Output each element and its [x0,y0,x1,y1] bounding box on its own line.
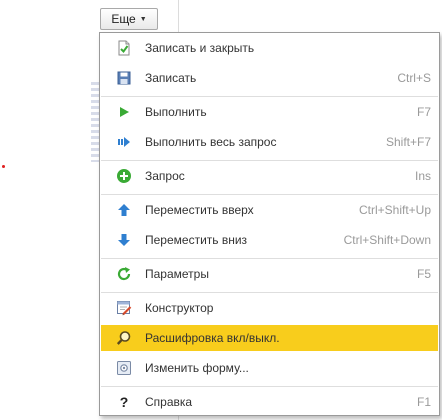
magnifier-icon [116,330,132,346]
menu-item-label: Выполнить весь запрос [145,135,277,149]
menu-item-label: Записать [145,71,197,85]
menu-item-shortcut: Ctrl+S [397,71,431,85]
menu-item-label: Изменить форму... [145,361,249,375]
menu-item-move-down[interactable]: Переместить вниз Ctrl+Shift+Down [101,227,438,253]
menu-item-shortcut: Ctrl+Shift+Up [358,203,431,217]
play-icon [116,104,132,120]
menu-item-label: Записать и закрыть [145,41,255,55]
menu-item-parameters[interactable]: Параметры F5 [101,261,438,287]
form-icon [116,360,132,376]
menu-item-label: Расшифровка вкл/выкл. [145,331,280,345]
menu-item-label: Параметры [145,267,209,281]
menu-item-label: Запрос [145,169,185,183]
menu-separator [101,194,438,195]
menu-separator [101,386,438,387]
menu-item-save[interactable]: Записать Ctrl+S [101,65,438,91]
designer-icon [116,300,132,316]
dropdown-arrow-icon: ▼ [139,15,147,23]
menu-item-label: Выполнить [145,105,207,119]
more-button-label: Еще [111,11,136,26]
run-all-icon [116,134,132,150]
arrow-down-icon [116,232,132,248]
menu-item-decryption-toggle[interactable]: Расшифровка вкл/выкл. [101,325,438,351]
menu-separator [101,292,438,293]
help-icon: ? [119,394,129,410]
menu-item-shortcut: Ins [414,169,431,183]
menu-separator [101,258,438,259]
red-marker [2,165,5,168]
background-fragment [91,82,99,162]
menu-item-designer[interactable]: Конструктор [101,295,438,321]
menu-separator [101,96,438,97]
menu-item-run[interactable]: Выполнить F7 [101,99,438,125]
menu-separator [101,160,438,161]
more-menu: Записать и закрыть Записать Ctrl+S Выпол… [99,32,440,416]
menu-item-run-all[interactable]: Выполнить весь запрос Shift+F7 [101,129,438,155]
menu-item-move-up[interactable]: Переместить вверх Ctrl+Shift+Up [101,197,438,223]
more-button[interactable]: Еще ▼ [100,8,158,30]
menu-item-save-and-close[interactable]: Записать и закрыть [101,35,438,61]
menu-item-shortcut: Shift+F7 [385,135,431,149]
save-and-close-icon [116,40,132,56]
refresh-icon [116,266,132,282]
menu-item-label: Справка [145,395,193,409]
menu-item-add-query[interactable]: Запрос Ins [101,163,438,189]
menu-item-shortcut: Ctrl+Shift+Down [343,233,431,247]
menu-item-shortcut: F7 [416,105,431,119]
menu-item-help[interactable]: ? Справка F1 [101,389,438,415]
menu-item-shortcut: F5 [416,267,431,281]
arrow-up-icon [116,202,132,218]
menu-item-label: Конструктор [145,301,214,315]
add-query-icon [116,168,132,184]
menu-item-shortcut: F1 [416,395,431,409]
save-icon [116,70,132,86]
menu-item-label: Переместить вверх [145,203,254,217]
menu-item-label: Переместить вниз [145,233,248,247]
menu-item-change-form[interactable]: Изменить форму... [101,355,438,381]
